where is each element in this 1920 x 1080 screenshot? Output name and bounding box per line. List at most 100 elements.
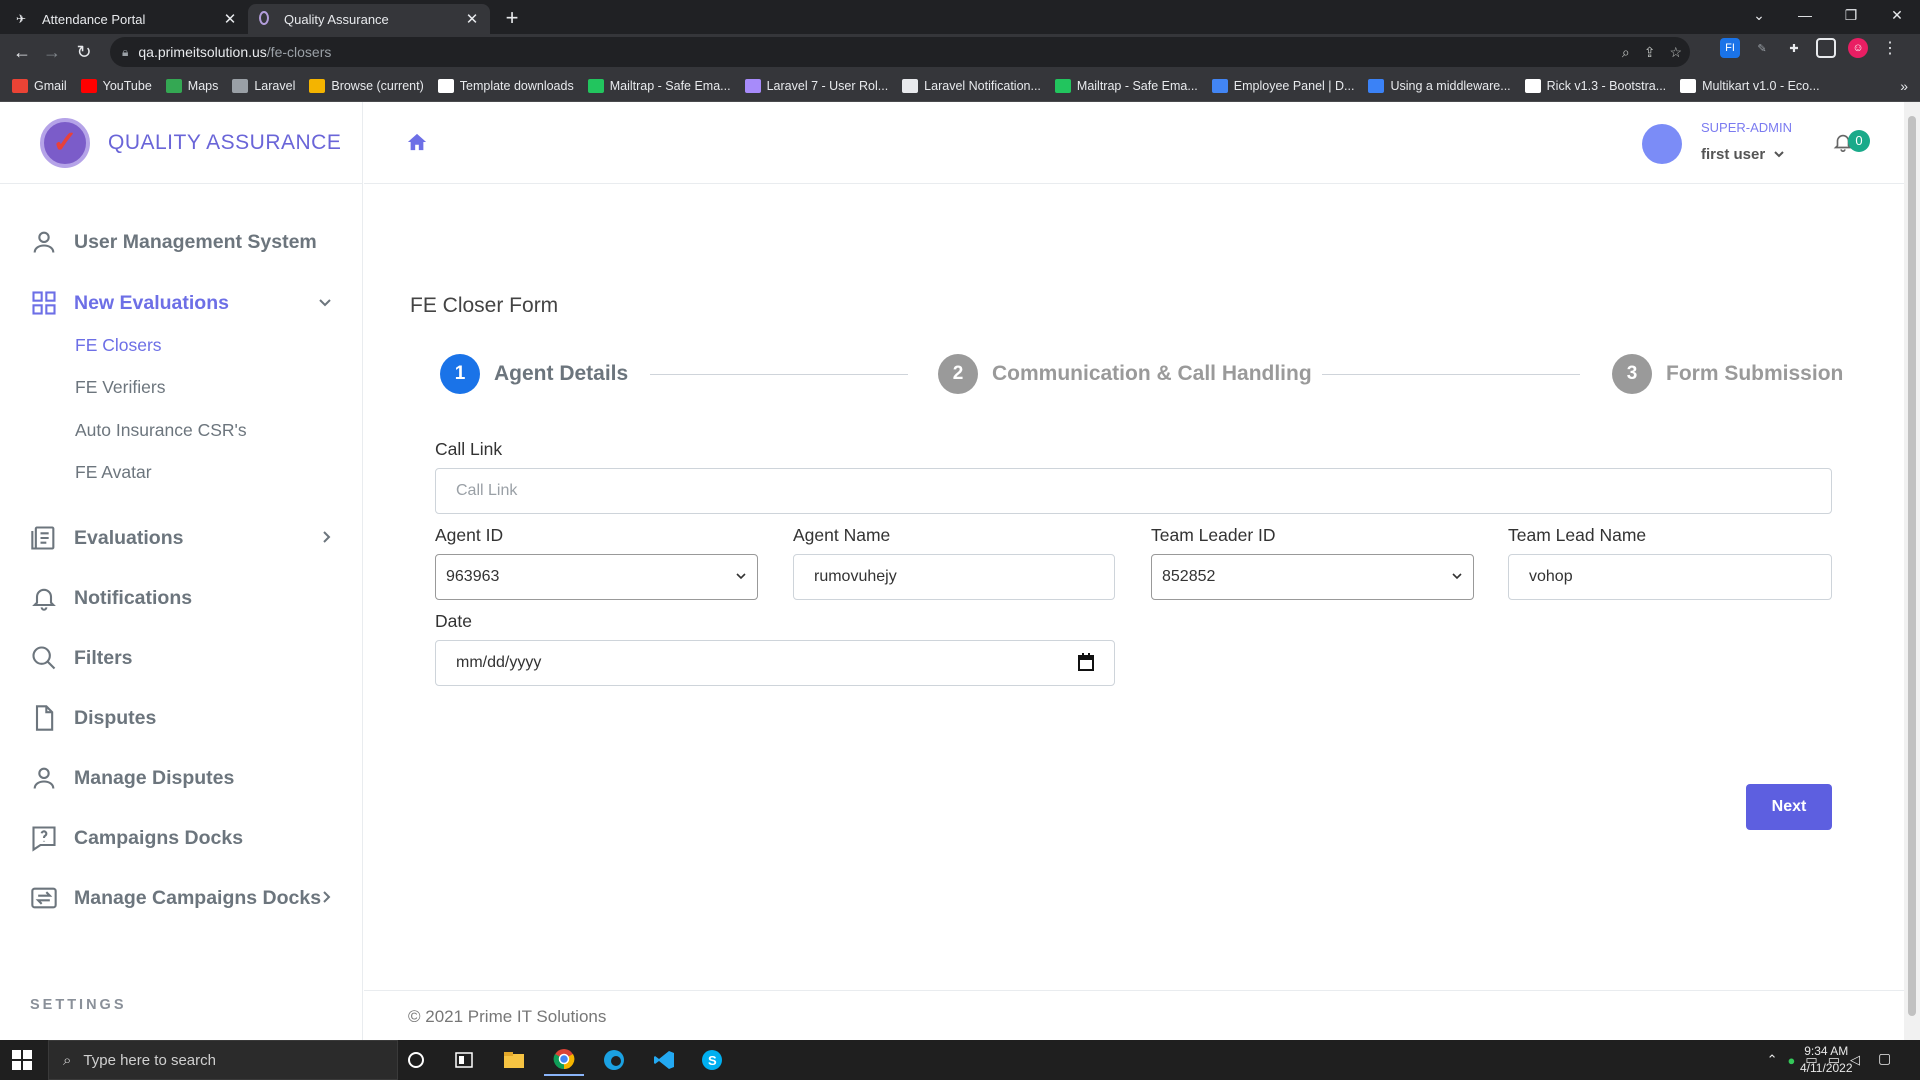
extensions-puzzle-icon[interactable]: ✚ (1784, 38, 1804, 58)
chevron-up-icon[interactable]: ⌃ (1767, 1052, 1778, 1068)
sidebar-subitem-fe-avatar[interactable]: FE Avatar (75, 462, 152, 483)
task-view-icon[interactable] (444, 1044, 484, 1076)
tab-search-icon[interactable]: ⌄ (1736, 0, 1782, 30)
bookmark-label: Laravel Notification... (924, 78, 1041, 93)
document-list-icon (28, 522, 60, 554)
close-tab-icon[interactable]: ✕ (464, 10, 480, 28)
step-2-label[interactable]: Communication & Call Handling (992, 362, 1312, 386)
windows-start-icon[interactable] (12, 1050, 32, 1075)
agent-id-select[interactable]: 963963 (435, 554, 758, 600)
sidebar-item-new-evaluations[interactable]: New Evaluations (28, 283, 338, 323)
browser-menu-icon[interactable]: ⋮ (1880, 38, 1900, 58)
cortana-icon[interactable] (396, 1044, 436, 1076)
sidebar-item-campaigns-docks[interactable]: Campaigns Docks (28, 818, 338, 858)
chrome-icon[interactable] (544, 1044, 584, 1076)
taskbar-clock[interactable]: 9:34 AM 4/11/2022 (1800, 1043, 1853, 1077)
youtube-icon (80, 78, 97, 93)
date-input[interactable]: mm/dd/yyyy (435, 640, 1115, 686)
bookmark-item[interactable]: Laravel (232, 78, 295, 93)
team-lead-name-input[interactable]: vohop (1508, 554, 1832, 600)
sidebar-item-filters[interactable]: Filters (28, 638, 338, 678)
mailtrap-icon (1054, 78, 1071, 93)
new-tab-button[interactable]: + (498, 4, 526, 32)
chevron-down-icon (318, 295, 332, 311)
step-divider (1322, 374, 1580, 375)
bookmarks-overflow-icon[interactable]: » (1900, 78, 1908, 94)
sidebar-item-notifications[interactable]: Notifications (28, 578, 338, 618)
avatar[interactable] (1642, 124, 1682, 164)
sidebar-item-manage-disputes[interactable]: Manage Disputes (28, 758, 338, 798)
bookmark-item[interactable]: Template downloads (437, 78, 574, 93)
sidebar-item-user-management[interactable]: User Management System (28, 222, 338, 262)
scrollbar-thumb[interactable] (1908, 116, 1916, 1016)
bookmark-item[interactable]: Browse (current) (309, 78, 424, 93)
step-3-number[interactable]: 3 (1612, 354, 1652, 394)
team-leader-id-select[interactable]: 852852 (1151, 554, 1474, 600)
taskbar-search-box[interactable]: ⌕ Type here to search (48, 1040, 398, 1080)
notification-count-badge: 0 (1848, 130, 1870, 152)
zoom-icon[interactable]: ⌕ (1622, 44, 1630, 61)
bookmark-item[interactable]: Multikart v1.0 - Eco... (1680, 78, 1820, 93)
agent-id-value: 963963 (446, 568, 500, 585)
close-window-button[interactable]: ✕ (1874, 0, 1920, 30)
home-icon[interactable] (406, 132, 428, 157)
app-viewport: ✓ QUALITY ASSURANCE User Management Syst… (0, 102, 1920, 1040)
bookmark-item[interactable]: Using a middleware... (1368, 78, 1511, 93)
side-panel-icon[interactable] (1816, 38, 1836, 58)
bookmark-label: Maps (187, 78, 219, 93)
page-scrollbar[interactable] (1904, 102, 1920, 1040)
security-icon[interactable]: ● (1788, 1053, 1796, 1068)
brand-name: QUALITY ASSURANCE (108, 130, 342, 154)
url-host: qa.primeitsolution.us (138, 44, 267, 60)
laravel-notification-icon (902, 78, 919, 93)
agent-name-input[interactable]: rumovuhejy (793, 554, 1115, 600)
extension-fi-icon[interactable]: FI (1720, 38, 1740, 58)
bookmark-item[interactable]: Employee Panel | D... (1211, 78, 1354, 93)
bookmark-item[interactable]: Mailtrap - Safe Ema... (587, 78, 731, 93)
bookmark-item[interactable]: YouTube (80, 78, 152, 93)
restore-button[interactable]: ❐ (1828, 0, 1874, 30)
address-bar[interactable]: 🔒︎ qa.primeitsolution.us/fe-closers ⌕ ⇪ … (110, 37, 1690, 67)
sidebar-subitem-auto-insurance-csrs[interactable]: Auto Insurance CSR's (75, 420, 247, 441)
sidebar-item-manage-campaigns-docks[interactable]: Manage Campaigns Docks (28, 878, 338, 918)
sidebar-item-disputes[interactable]: Disputes (28, 698, 338, 738)
edge-icon[interactable] (594, 1044, 634, 1076)
back-icon[interactable]: ← (8, 38, 36, 66)
sidebar-subitem-fe-closers[interactable]: FE Closers (75, 335, 162, 356)
logo-checkmark-icon: ✓ (40, 117, 90, 168)
step-1-number[interactable]: 1 (440, 354, 480, 394)
close-tab-icon[interactable]: ✕ (222, 10, 238, 28)
share-icon[interactable]: ⇪ (1644, 44, 1656, 61)
brand[interactable]: ✓ QUALITY ASSURANCE (0, 102, 363, 184)
tab-attendance-portal[interactable]: ✈ Attendance Portal ✕ (6, 4, 248, 34)
calendar-icon[interactable] (1078, 653, 1094, 676)
step-1-label[interactable]: Agent Details (494, 362, 628, 386)
skype-icon[interactable]: S (692, 1044, 732, 1076)
bookmark-star-icon[interactable]: ☆ (1669, 44, 1682, 61)
sidebar-item-evaluations[interactable]: Evaluations (28, 518, 338, 558)
bookmark-item[interactable]: Mailtrap - Safe Ema... (1054, 78, 1198, 93)
step-3-label[interactable]: Form Submission (1666, 362, 1843, 386)
qa-favicon-icon (258, 10, 274, 28)
next-button[interactable]: Next (1746, 784, 1832, 830)
step-2-number[interactable]: 2 (938, 354, 978, 394)
sidebar-subitem-fe-verifiers[interactable]: FE Verifiers (75, 377, 165, 398)
bookmark-label: Rick v1.3 - Bootstra... (1546, 78, 1667, 93)
extension-pen-icon[interactable]: ✎ (1752, 38, 1772, 58)
forward-icon[interactable]: → (38, 38, 66, 66)
bookmark-item[interactable]: Laravel 7 - User Rol... (744, 78, 888, 93)
user-icon (28, 762, 60, 794)
tab-quality-assurance[interactable]: Quality Assurance ✕ (248, 4, 490, 34)
bookmark-item[interactable]: Maps (165, 78, 219, 93)
action-center-icon[interactable]: ▢ (1878, 1050, 1891, 1067)
minimize-button[interactable]: — (1782, 0, 1828, 30)
vscode-icon[interactable] (644, 1044, 684, 1076)
bookmark-item[interactable]: Laravel Notification... (902, 78, 1041, 93)
user-menu-toggle[interactable]: first user (1701, 146, 1785, 163)
bookmark-item[interactable]: Rick v1.3 - Bootstra... (1524, 78, 1667, 93)
file-explorer-icon[interactable] (494, 1044, 534, 1076)
reload-icon[interactable]: ↻ (70, 38, 98, 66)
call-link-input[interactable]: Call Link (435, 468, 1832, 514)
bookmark-item[interactable]: Gmail (12, 78, 67, 93)
profile-avatar-icon[interactable]: ☺ (1848, 38, 1868, 58)
